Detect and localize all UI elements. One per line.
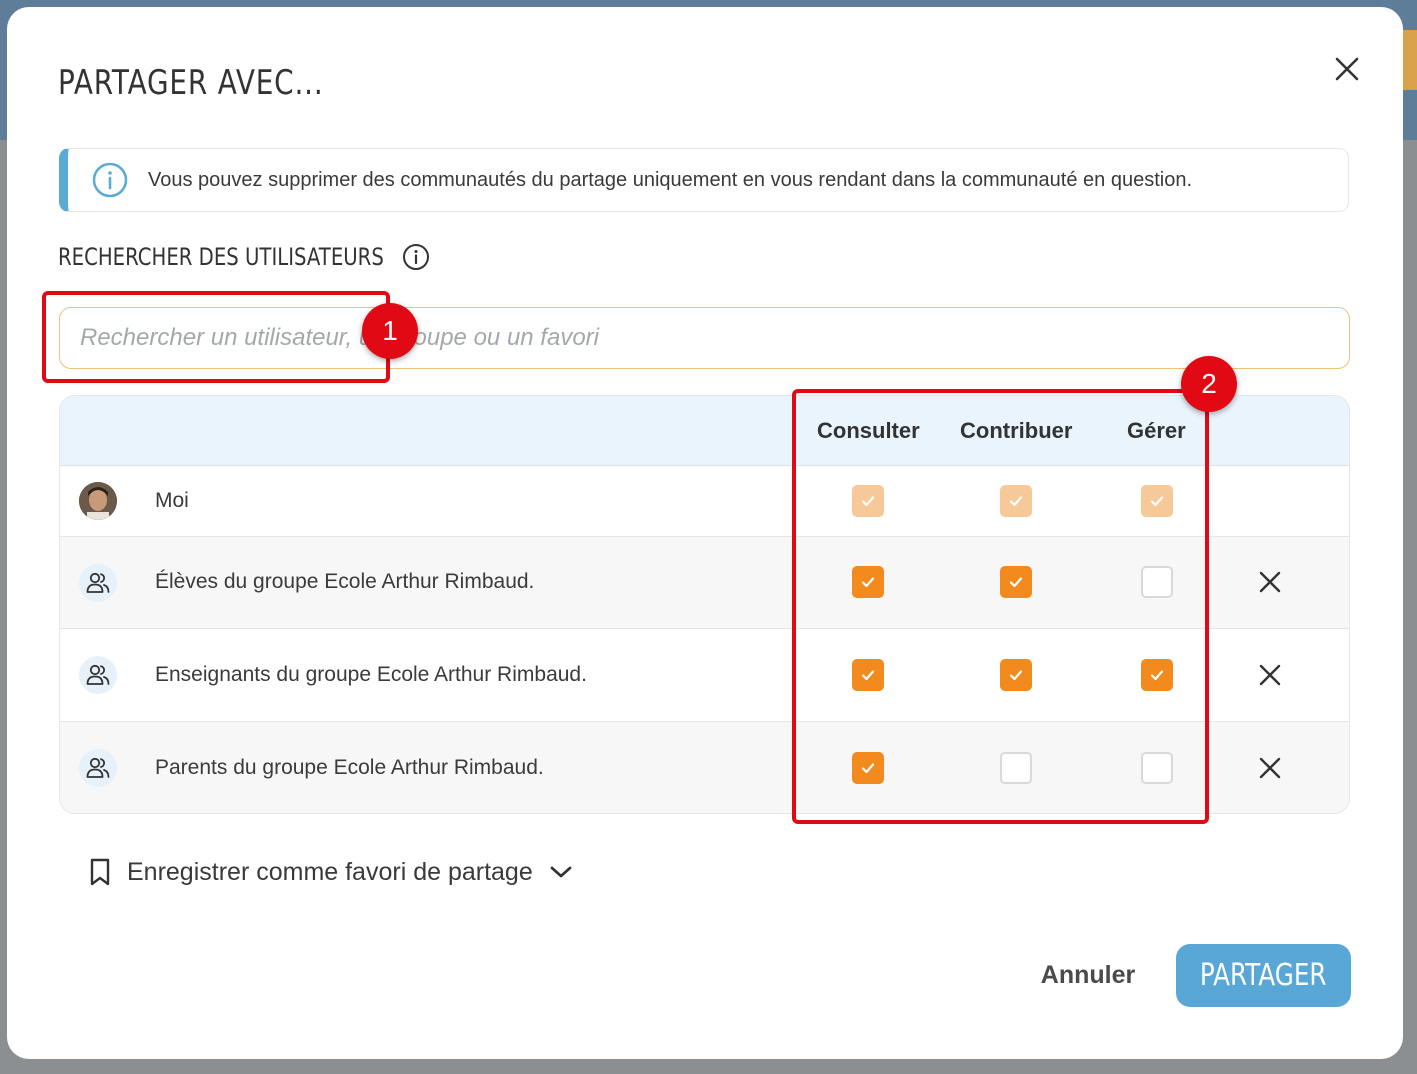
- save-favorite-label: Enregistrer comme favori de partage: [127, 857, 533, 886]
- info-icon: [92, 161, 130, 199]
- row-name: Moi: [155, 489, 189, 512]
- annotation-badge-1: 1: [362, 303, 418, 359]
- row-name: Enseignants du groupe Ecole Arthur Rimba…: [155, 663, 587, 686]
- checkbox-gerer[interactable]: [1141, 752, 1173, 784]
- info-text: Vous pouvez supprimer des communautés du…: [148, 168, 1192, 191]
- table-row: Élèves du groupe Ecole Arthur Rimbaud.: [60, 537, 1349, 629]
- check-icon: [1150, 496, 1164, 507]
- share-rights-table: Consulter Contribuer Gérer Moi Élèves du…: [59, 395, 1350, 814]
- cancel-button[interactable]: Annuler: [1023, 953, 1153, 997]
- check-icon: [861, 577, 875, 588]
- remove-button[interactable]: [1255, 567, 1285, 597]
- share-button-label: PARTAGER: [1200, 958, 1327, 993]
- info-alert: Vous pouvez supprimer des communautés du…: [59, 148, 1349, 212]
- backdrop-accent: [1401, 30, 1417, 90]
- remove-icon: [1259, 664, 1281, 686]
- share-button[interactable]: PARTAGER: [1176, 944, 1351, 1007]
- checkbox-gerer[interactable]: [1141, 659, 1173, 691]
- avatar: [79, 482, 117, 520]
- checkbox-consulter[interactable]: [852, 566, 884, 598]
- search-section-label: RECHERCHER DES UTILISATEURS: [58, 243, 430, 271]
- remove-button[interactable]: [1255, 660, 1285, 690]
- close-button[interactable]: [1329, 51, 1365, 87]
- column-header-gerer: Gérer: [1127, 418, 1186, 443]
- save-favorite-toggle[interactable]: Enregistrer comme favori de partage: [87, 857, 573, 887]
- checkbox-consulter[interactable]: [852, 659, 884, 691]
- search-label-text: RECHERCHER DES UTILISATEURS: [58, 243, 384, 271]
- bookmark-icon: [90, 858, 110, 886]
- check-icon: [861, 670, 875, 681]
- group-icon: [79, 656, 117, 694]
- info-icon[interactable]: [402, 243, 430, 271]
- group-icon: [79, 749, 117, 787]
- check-icon: [861, 496, 875, 507]
- annotation-badge-2: 2: [1181, 356, 1237, 412]
- remove-icon: [1259, 757, 1281, 779]
- checkbox-contribuer[interactable]: [1000, 485, 1032, 517]
- remove-button[interactable]: [1255, 753, 1285, 783]
- checkbox-contribuer[interactable]: [1000, 566, 1032, 598]
- close-icon: [1335, 57, 1359, 81]
- check-icon: [1009, 577, 1023, 588]
- row-name: Élèves du groupe Ecole Arthur Rimbaud.: [155, 570, 535, 593]
- table-row: Enseignants du groupe Ecole Arthur Rimba…: [60, 629, 1349, 722]
- checkbox-contribuer[interactable]: [1000, 752, 1032, 784]
- table-row: Parents du groupe Ecole Arthur Rimbaud.: [60, 722, 1349, 813]
- dialog-title: PARTAGER AVEC...: [58, 63, 324, 103]
- column-header-contribuer: Contribuer: [960, 418, 1073, 443]
- chevron-down-icon: [549, 864, 573, 880]
- checkbox-gerer[interactable]: [1141, 566, 1173, 598]
- checkbox-consulter[interactable]: [852, 485, 884, 517]
- check-icon: [861, 763, 875, 774]
- checkbox-contribuer[interactable]: [1000, 659, 1032, 691]
- check-icon: [1009, 496, 1023, 507]
- table-header: Consulter Contribuer Gérer: [60, 396, 1349, 466]
- search-input[interactable]: [59, 307, 1350, 369]
- check-icon: [1150, 670, 1164, 681]
- share-dialog: PARTAGER AVEC... Vous pouvez supprimer d…: [7, 7, 1403, 1059]
- table-row: Moi: [60, 465, 1349, 537]
- check-icon: [1009, 670, 1023, 681]
- remove-icon: [1259, 571, 1281, 593]
- column-header-consulter: Consulter: [817, 418, 920, 443]
- group-icon: [79, 564, 117, 602]
- checkbox-consulter[interactable]: [852, 752, 884, 784]
- row-name: Parents du groupe Ecole Arthur Rimbaud.: [155, 756, 544, 779]
- checkbox-gerer[interactable]: [1141, 485, 1173, 517]
